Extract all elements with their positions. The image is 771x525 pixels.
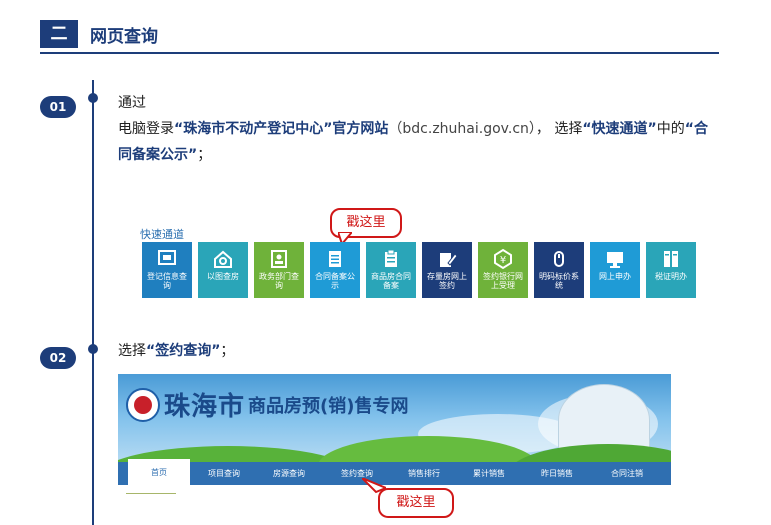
site-name-bold: “珠海市不动产登记中心”官方网站	[174, 121, 389, 137]
tile-contract-notice[interactable]: 合同备案公示	[310, 242, 360, 298]
site-name: 珠海市	[164, 392, 246, 422]
step-badge-01: 01	[40, 96, 76, 118]
edit-icon	[440, 253, 458, 267]
step-01-end: ；	[197, 147, 212, 163]
timeline-dot-02	[88, 344, 98, 354]
quick-nav-title: 快速通道	[140, 228, 184, 241]
tile-label: 存量房网上签约	[427, 272, 467, 290]
callout-click-here-2: 戳这里	[378, 488, 454, 518]
step-01-middle: 中的	[656, 121, 685, 137]
section-title: 网页查询	[90, 27, 158, 47]
tile-online-apply[interactable]: 网上申办	[590, 242, 640, 298]
tile-resale-signing[interactable]: 存量房网上签约	[422, 242, 472, 298]
tile-commercial-contract[interactable]: 商品房合同备案	[366, 242, 416, 298]
step-01-text: 通过 电脑登录“珠海市不动产登记中心”官方网站（bdc.zhuhai.gov.c…	[118, 90, 718, 168]
tile-registration-query[interactable]: 登记信息查询	[142, 242, 192, 298]
step-01-choose: ， 选择	[535, 121, 583, 137]
section-header: 二 网页查询	[40, 20, 719, 54]
tile-label: 合同备案公示	[315, 272, 355, 290]
tile-label: 网上申办	[599, 272, 631, 281]
nav-contract-cancel[interactable]: 合同注销	[596, 462, 658, 485]
site-url-link[interactable]: （bdc.zhuhai.gov.cn）	[388, 121, 535, 137]
tile-label: 明码标价系统	[539, 272, 579, 290]
nav-project-query[interactable]: 项目查询	[193, 462, 255, 485]
yuan-icon: ¥	[494, 248, 512, 270]
sign-query-bold: “签约查询”	[146, 343, 221, 359]
id-card-icon	[271, 250, 287, 268]
tax-icon	[664, 251, 678, 267]
document-list-icon	[329, 251, 341, 267]
display-icon	[607, 252, 623, 268]
mouse-icon	[554, 251, 564, 267]
step-02-text: 选择“签约查询”；	[118, 338, 234, 364]
nav-yesterday-sales[interactable]: 昨日销售	[526, 462, 588, 485]
step-badge-02: 02	[40, 347, 76, 369]
tile-label: 税证明办	[655, 272, 687, 281]
timeline-line	[92, 80, 94, 525]
quick-nav-tiles: 登记信息查询 以图查房 政务部门查询 合同备案公示 商品房合同备案 存量房网上签…	[142, 242, 696, 298]
nav-home[interactable]: 首页	[128, 459, 190, 485]
tile-tax-certificate[interactable]: 税证明办	[646, 242, 696, 298]
monitor-icon	[158, 250, 176, 265]
tile-label: 商品房合同备案	[371, 272, 411, 290]
nav-house-query[interactable]: 房源查询	[258, 462, 320, 485]
timeline-dot-01	[88, 93, 98, 103]
site-logo	[126, 388, 160, 422]
nav-cumulative-sales[interactable]: 累计销售	[458, 462, 520, 485]
house-search-icon	[214, 250, 232, 268]
step-01-prefix: 电脑登录	[118, 121, 174, 137]
nav-sales-ranking[interactable]: 销售排行	[393, 462, 455, 485]
tile-label: 签约银行网上受理	[483, 272, 523, 290]
tile-map-search[interactable]: 以图查房	[198, 242, 248, 298]
site-navbar: 首页 项目查询 房源查询 签约查询 销售排行 累计销售 昨日销售 合同注销	[118, 459, 671, 485]
clipboard-icon	[385, 249, 397, 267]
section-number: 二	[40, 20, 78, 48]
step-01-line1: 通过	[118, 95, 146, 111]
tile-label: 政务部门查询	[259, 272, 299, 290]
step-02-prefix: 选择	[118, 343, 146, 359]
site-subtitle: 商品房预(销)售专网	[248, 396, 409, 417]
svg-text:¥: ¥	[500, 255, 506, 266]
tile-bank-online[interactable]: ¥ 签约银行网上受理	[478, 242, 528, 298]
step-02-end: ；	[220, 343, 235, 359]
tile-label: 登记信息查询	[147, 272, 187, 290]
tile-label: 以图查房	[207, 272, 239, 281]
tile-price-system[interactable]: 明码标价系统	[534, 242, 584, 298]
tile-gov-query[interactable]: 政务部门查询	[254, 242, 304, 298]
quick-channel-bold: “快速通道”	[582, 121, 657, 137]
step-01-body: 电脑登录“珠海市不动产登记中心”官方网站（bdc.zhuhai.gov.cn），…	[118, 116, 718, 168]
